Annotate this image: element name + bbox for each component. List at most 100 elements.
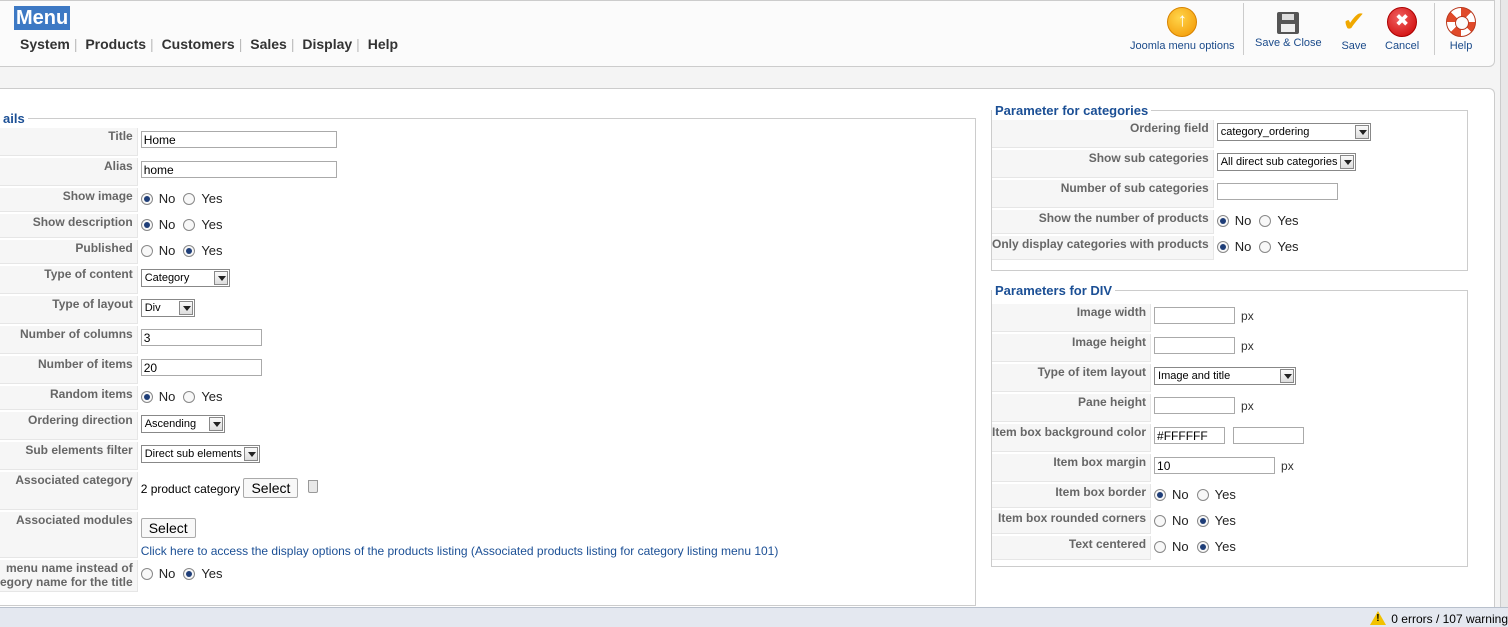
products-listing-link[interactable]: Click here to access the display options…: [141, 544, 779, 558]
rounded-no-radio[interactable]: [1154, 515, 1167, 527]
menu-system[interactable]: System: [20, 36, 74, 52]
show-image-yes-radio[interactable]: [183, 193, 196, 205]
alias-input[interactable]: [140, 161, 337, 178]
number-sub-categories-input[interactable]: [1216, 183, 1338, 200]
trash-icon[interactable]: [308, 480, 319, 493]
no-label: No: [1234, 239, 1252, 254]
ordering-field-select[interactable]: category_ordering: [1216, 123, 1371, 141]
image-height-input[interactable]: [1154, 337, 1236, 354]
number-of-items-label: Number of items: [0, 356, 138, 384]
show-sub-categories-label: Show sub categories: [992, 150, 1214, 178]
only-with-products-label: Only display categories with products: [992, 236, 1214, 260]
show-number-products-yes-radio[interactable]: [1259, 215, 1272, 227]
margin-input[interactable]: [1154, 457, 1276, 474]
type-of-layout-select[interactable]: Div: [140, 299, 195, 317]
menu-help[interactable]: Help: [364, 36, 402, 52]
pane-height-label: Pane height: [992, 394, 1152, 422]
bg-color-input[interactable]: [1154, 427, 1226, 444]
yes-label: Yes: [201, 566, 223, 581]
details-table: Title Alias Show image No Yes Show descri…: [0, 126, 778, 594]
item-layout-select[interactable]: Image and title: [1154, 367, 1297, 385]
associated-modules-label: Associated modules: [0, 512, 138, 558]
sub-elements-filter-select[interactable]: Direct sub elements: [140, 445, 260, 463]
yes-label: Yes: [1214, 539, 1236, 554]
bg-color-preview[interactable]: [1233, 427, 1305, 444]
number-of-columns-input[interactable]: [140, 329, 262, 346]
status-indicator[interactable]: 0 errors / 107 warning: [1370, 611, 1508, 626]
show-description-no-radio[interactable]: [140, 219, 153, 231]
show-number-products-no-radio[interactable]: [1216, 215, 1229, 227]
categories-fieldset: Parameter for categories Ordering field …: [991, 103, 1468, 271]
pane-height-input[interactable]: [1154, 397, 1236, 414]
save-close-button[interactable]: Save & Close: [1255, 7, 1322, 49]
chevron-down-icon: [1354, 125, 1369, 139]
select-modules-button[interactable]: Select: [140, 518, 196, 538]
menu-display[interactable]: Display: [298, 36, 356, 52]
top-menu: System | Products | Customers | Sales | Disp…: [20, 36, 402, 52]
yes-label: Yes: [1214, 513, 1236, 528]
yes-label: Yes: [201, 243, 223, 258]
chevron-down-icon: [213, 271, 228, 285]
save-label: Save: [1341, 40, 1367, 52]
item-layout-value: Image and title: [1158, 370, 1231, 382]
save-button[interactable]: Save: [1339, 5, 1369, 52]
only-with-products-yes-radio[interactable]: [1259, 241, 1272, 253]
main-panel: ails Title Alias Show image No Yes Show d…: [0, 88, 1495, 618]
menu-name-yes-radio[interactable]: [183, 568, 196, 580]
type-of-content-select[interactable]: Category: [140, 269, 230, 287]
menu-sales[interactable]: Sales: [246, 36, 291, 52]
rounded-yes-radio[interactable]: [1196, 515, 1209, 527]
categories-legend: Parameter for categories: [995, 103, 1149, 118]
ordering-field-value: category_ordering: [1220, 126, 1310, 138]
no-label: No: [158, 191, 176, 206]
close-icon: [1387, 7, 1418, 37]
centered-no-radio[interactable]: [1154, 541, 1167, 553]
menu-products[interactable]: Products: [81, 36, 150, 52]
select-category-button[interactable]: Select: [243, 478, 299, 498]
show-sub-categories-select[interactable]: All direct sub categories: [1216, 153, 1356, 171]
random-items-no-radio[interactable]: [140, 391, 153, 403]
published-yes-radio[interactable]: [183, 245, 196, 257]
show-sub-categories-value: All direct sub categories: [1220, 156, 1338, 168]
associated-category-label: Associated category: [0, 472, 138, 510]
status-bar: 0 errors / 107 warning: [0, 607, 1508, 627]
title-input[interactable]: [140, 131, 337, 148]
random-items-label: Random items: [0, 386, 138, 410]
page-title: Menu: [14, 6, 71, 30]
only-with-products-no-radio[interactable]: [1216, 241, 1229, 253]
px-unit: px: [1241, 308, 1254, 323]
type-of-layout-value: Div: [144, 302, 161, 314]
number-of-items-input[interactable]: [140, 359, 262, 376]
joomla-options-button[interactable]: Joomla menu options: [1130, 7, 1235, 52]
scrollbar[interactable]: [1500, 0, 1508, 607]
yes-label: Yes: [201, 217, 223, 232]
chevron-down-icon: [1339, 155, 1354, 169]
published-label: Published: [0, 240, 138, 264]
border-no-radio[interactable]: [1154, 489, 1167, 501]
cancel-button[interactable]: Cancel: [1385, 7, 1419, 52]
published-no-radio[interactable]: [140, 245, 153, 257]
show-image-no-radio[interactable]: [140, 193, 153, 205]
menu-name-no-radio[interactable]: [140, 568, 153, 580]
toolbar: Menu System | Products | Customers | Sales |…: [0, 0, 1495, 67]
px-unit: px: [1241, 338, 1254, 353]
border-yes-radio[interactable]: [1196, 489, 1209, 501]
show-image-label: Show image: [0, 188, 138, 212]
help-button[interactable]: Help: [1446, 7, 1476, 52]
item-layout-label: Type of item layout: [992, 364, 1152, 392]
show-description-label: Show description: [0, 214, 138, 238]
centered-yes-radio[interactable]: [1196, 541, 1209, 553]
ordering-direction-select[interactable]: Ascending: [140, 415, 225, 433]
random-items-yes-radio[interactable]: [183, 391, 196, 403]
categories-table: Ordering field category_ordering Show su…: [992, 118, 1371, 262]
yes-label: Yes: [1277, 213, 1299, 228]
menu-customers[interactable]: Customers: [158, 36, 239, 52]
no-label: No: [1172, 487, 1189, 502]
checkmark-icon: [1339, 5, 1369, 38]
show-description-yes-radio[interactable]: [183, 219, 196, 231]
image-width-input[interactable]: [1154, 307, 1236, 324]
no-label: No: [158, 566, 176, 581]
menu-name-title-label: menu name instead of egory name for the t…: [0, 560, 138, 592]
joomla-options-label: Joomla menu options: [1130, 40, 1235, 52]
associated-category-value: 2 product category: [140, 482, 241, 496]
